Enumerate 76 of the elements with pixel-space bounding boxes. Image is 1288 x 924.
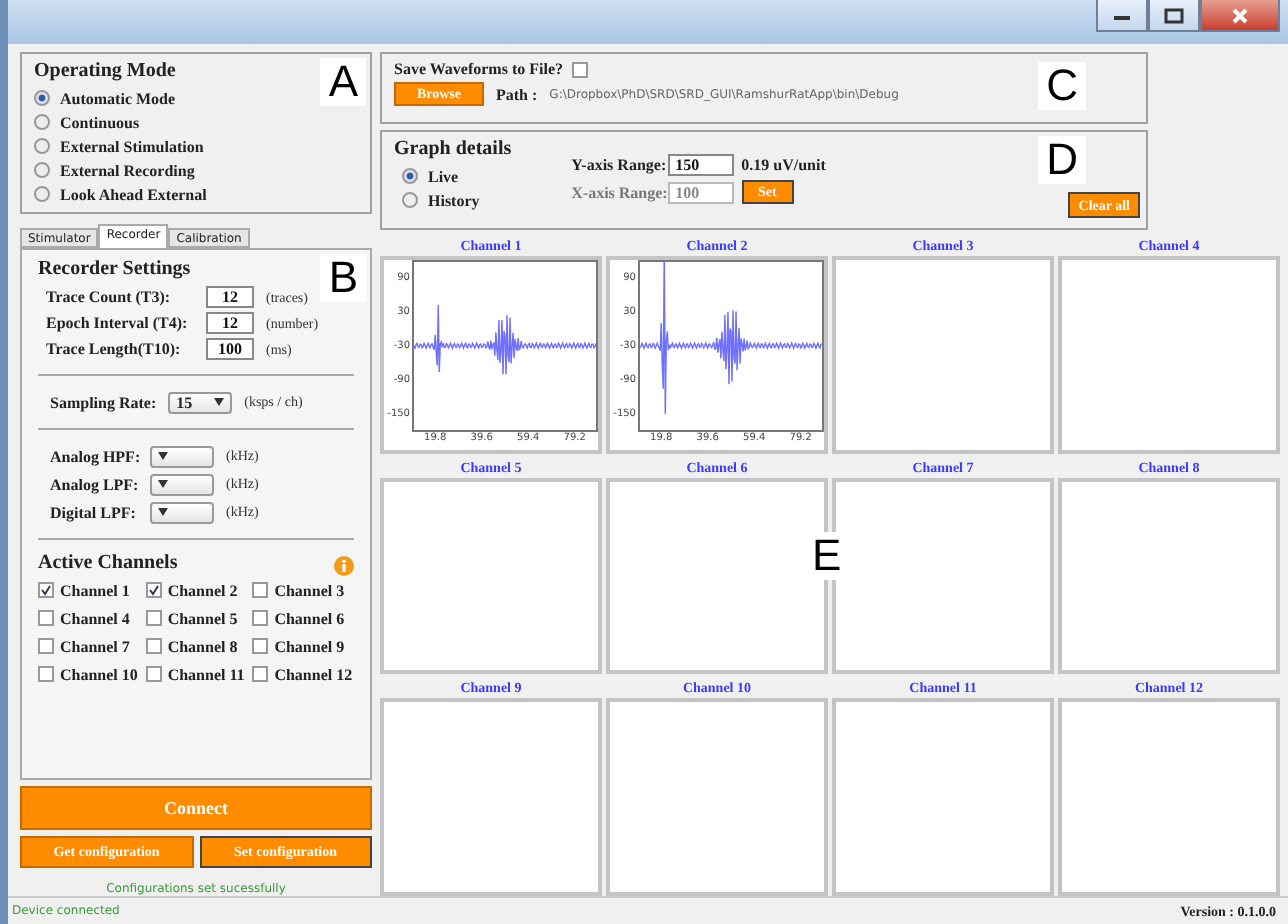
radio-button[interactable] [34, 186, 50, 202]
maximize-button[interactable] [1148, 0, 1200, 32]
panel-heading: Graph details [394, 138, 512, 160]
maximize-icon [1164, 7, 1184, 23]
checkbox-label: Channel 4 [60, 609, 130, 627]
checkbox[interactable] [38, 610, 54, 626]
field-label: Analog LPF: [50, 475, 138, 493]
checkbox[interactable] [145, 638, 162, 654]
checkbox-label: Channel 3 [274, 581, 345, 599]
checkbox[interactable] [145, 610, 162, 626]
checkbox[interactable] [252, 638, 269, 654]
checkbox[interactable] [252, 666, 269, 682]
checkbox[interactable] [145, 582, 162, 598]
radio-button[interactable] [402, 168, 418, 184]
checkbox-label: Channel 9 [274, 637, 345, 655]
dropdown[interactable] [150, 501, 214, 523]
field-label: Y-axis Range: [571, 156, 660, 174]
annotation-label: C [1038, 62, 1086, 110]
section-heading: Active Channels [38, 552, 178, 574]
radio-label: Continuous [60, 113, 140, 131]
caret-icon [158, 452, 168, 460]
radio-label: Automatic Mode [60, 89, 176, 107]
caret-icon [214, 398, 225, 406]
checkbox-label: Channel 5 [167, 609, 238, 627]
checkbox-label: Channel 12 [274, 665, 353, 683]
field-label: Sampling Rate: [50, 393, 157, 411]
unit-label: 0.19 uV/unit [741, 156, 826, 174]
checkbox[interactable] [252, 582, 269, 598]
annotation-label: A [320, 58, 366, 106]
radio-label: External Stimulation [60, 137, 204, 155]
checkbox[interactable] [571, 61, 588, 77]
close-icon [1230, 5, 1250, 25]
annotation-label: D [1038, 136, 1086, 184]
radio-button[interactable] [34, 162, 50, 178]
field-label: Digital LPF: [50, 503, 138, 521]
caret-icon [158, 508, 168, 516]
close-button[interactable] [1200, 0, 1280, 32]
checkbox-label: Channel 6 [274, 609, 345, 627]
annotation-label: B [320, 254, 366, 302]
panel-heading: Operating Mode [34, 60, 176, 82]
field-label: Analog HPF: [50, 447, 138, 465]
field-label: Trace Length(T10): [46, 340, 183, 358]
radio-label: History [428, 191, 480, 209]
input-field[interactable]: 12 [206, 312, 254, 334]
minimize-button[interactable] [1096, 0, 1148, 32]
checkbox[interactable] [145, 666, 162, 682]
field-label: Epoch Interval (T4): [46, 314, 190, 332]
dropdown[interactable] [150, 445, 214, 467]
radio-button[interactable] [34, 114, 50, 130]
checkbox-label: Channel 10 [60, 665, 138, 683]
caret-icon [158, 480, 168, 488]
radio-button[interactable] [34, 138, 50, 154]
checkbox[interactable] [38, 666, 54, 682]
field-label: Trace Count (T3): [46, 288, 173, 306]
path-label: Path : [496, 85, 538, 103]
panel-heading: Recorder Settings [38, 258, 191, 280]
info-icon[interactable] [334, 555, 354, 575]
checkbox-label: Channel 1 [60, 581, 130, 599]
radio-button[interactable] [402, 192, 418, 208]
dropdown[interactable]: 15 [168, 391, 233, 413]
save-label: Save Waveforms to File? [394, 60, 564, 78]
checkbox-label: Channel 11 [167, 665, 245, 683]
input-field[interactable]: 100 [206, 338, 254, 360]
radio-label: External Recording [60, 161, 195, 179]
input-field[interactable]: 150 [667, 154, 734, 176]
checkbox-label: Channel 7 [60, 637, 130, 655]
input-field[interactable]: 12 [206, 286, 254, 308]
checkbox[interactable] [252, 610, 269, 626]
radio-label: Live [428, 167, 459, 185]
radio-label: Look Ahead External [60, 185, 207, 203]
radio-button[interactable] [34, 90, 50, 106]
checkbox-label: Channel 8 [167, 637, 238, 655]
dropdown[interactable] [150, 473, 214, 495]
checkbox[interactable] [38, 582, 54, 598]
checkbox[interactable] [38, 638, 54, 654]
checkbox-label: Channel 2 [167, 581, 238, 599]
